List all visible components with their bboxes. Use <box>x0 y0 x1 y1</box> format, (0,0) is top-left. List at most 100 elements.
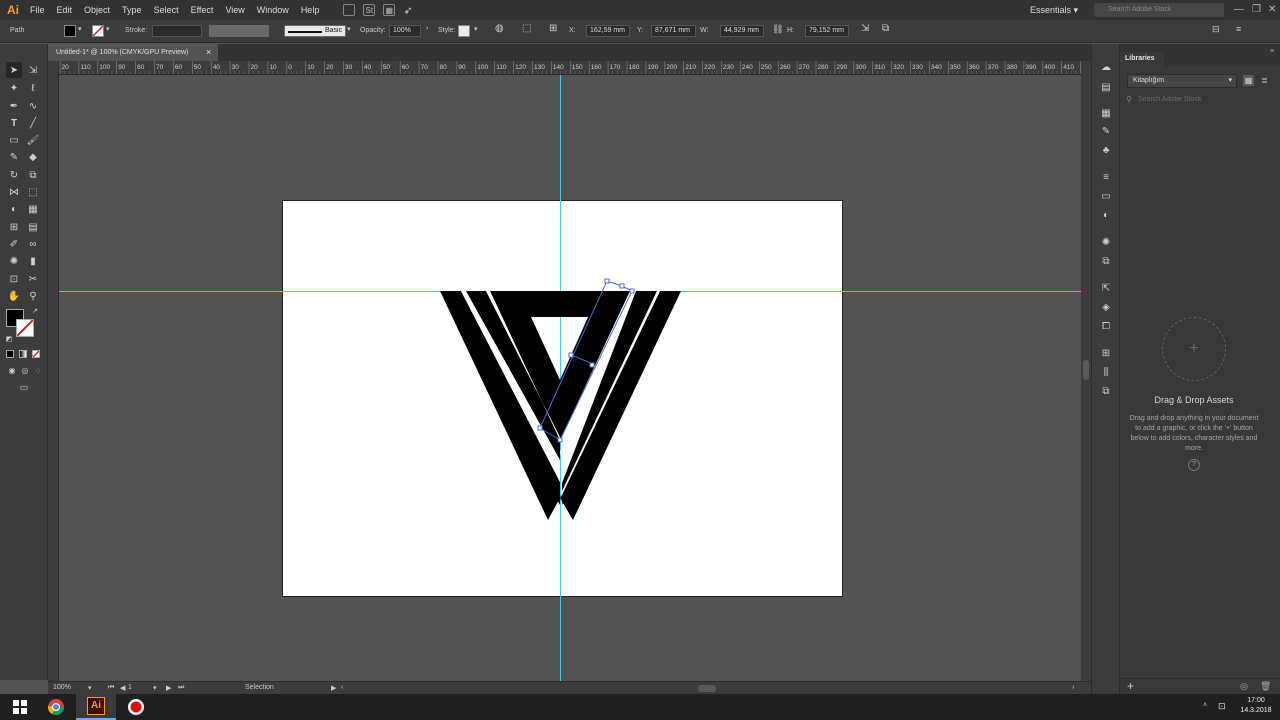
isolate-icon[interactable]: ⧉ <box>882 23 889 34</box>
graphic-style-swatch[interactable] <box>458 25 470 37</box>
add-asset-dropzone[interactable]: + <box>1162 317 1226 381</box>
menu-view[interactable]: View <box>219 0 250 20</box>
libraries-tab[interactable]: Libraries <box>1120 52 1164 66</box>
vertical-scroll-thumb[interactable] <box>1083 360 1089 380</box>
hscroll-right-icon[interactable]: › <box>1072 684 1074 691</box>
y-position-field[interactable]: 87,671 mm <box>651 25 696 37</box>
reference-point-icon[interactable]: ⊞ <box>549 23 557 34</box>
slice-tool-icon[interactable]: ✂ <box>25 271 41 287</box>
fill-dropdown-icon[interactable]: ▾ <box>78 25 82 33</box>
curvature-tool-icon[interactable]: ∿ <box>25 98 41 114</box>
illustrator-taskbar-button[interactable]: Ai <box>76 694 116 720</box>
menu-edit[interactable]: Edit <box>51 0 79 20</box>
default-colors-icon[interactable]: ◩ <box>4 334 14 344</box>
cc-libraries-icon[interactable]: ☁ <box>1099 60 1113 74</box>
magic-wand-tool-icon[interactable]: ✦ <box>6 80 22 96</box>
menu-object[interactable]: Object <box>78 0 116 20</box>
artboard[interactable] <box>282 200 843 597</box>
graphic-styles-icon[interactable]: ⧉ <box>1099 254 1113 268</box>
opacity-label[interactable]: Opacity: <box>360 25 386 37</box>
library-selector[interactable]: Kitaplığım ▾ <box>1127 74 1237 88</box>
appearance-icon[interactable]: ✺ <box>1099 235 1113 249</box>
gradient-panel-icon[interactable]: ▭ <box>1099 189 1113 203</box>
symbols-icon[interactable]: ♣ <box>1099 143 1113 157</box>
constrain-proportions-icon[interactable]: ⛓ <box>772 24 783 35</box>
close-window-icon[interactable]: ✕ <box>1268 0 1276 20</box>
x-position-field[interactable]: 162,59 mm <box>586 25 630 37</box>
line-tool-icon[interactable]: ╱ <box>25 115 41 131</box>
gpu-performance-icon[interactable]: ➶ <box>403 4 412 17</box>
properties-icon[interactable]: ▤ <box>1099 80 1113 94</box>
artboards-icon[interactable]: ⧠ <box>1099 319 1113 333</box>
artboard-tool-icon[interactable]: ⊡ <box>6 271 22 287</box>
stroke-swatch[interactable] <box>92 25 104 37</box>
none-mode-icon[interactable] <box>32 350 40 358</box>
layers-icon[interactable]: ◈ <box>1099 300 1113 314</box>
menu-help[interactable]: Help <box>295 0 326 20</box>
gradient-tool-icon[interactable]: ▤ <box>25 219 41 235</box>
zoom-level[interactable]: 100% <box>53 684 71 691</box>
fill-swatch[interactable] <box>64 25 76 37</box>
gradient-mode-icon[interactable] <box>19 350 27 358</box>
maximize-icon[interactable]: ❐ <box>1252 0 1261 20</box>
eraser-tool-icon[interactable]: ◆ <box>25 149 41 165</box>
lasso-tool-icon[interactable]: ℓ <box>25 80 41 96</box>
export-icon[interactable]: ⇱ <box>1099 281 1113 295</box>
tray-expand-icon[interactable]: ˄ <box>1203 702 1207 709</box>
delete-icon[interactable]: 🗑 <box>1260 681 1271 692</box>
pen-tool-icon[interactable]: ✒ <box>6 98 22 114</box>
column-graph-tool-icon[interactable]: ▮ <box>25 253 41 269</box>
bridge-icon[interactable] <box>343 4 356 16</box>
blend-tool-icon[interactable]: ∞ <box>25 236 41 252</box>
pathfinder-icon[interactable]: ⧉ <box>1099 384 1113 398</box>
height-field[interactable]: 79,152 mm <box>805 25 849 37</box>
next-artboard-icon[interactable]: ▶ <box>166 684 171 692</box>
menu-effect[interactable]: Effect <box>185 0 220 20</box>
shaper-tool-icon[interactable]: ✎ <box>6 149 22 165</box>
last-artboard-icon[interactable]: ⏭ <box>178 684 184 692</box>
list-view-icon[interactable]: ≣ <box>1259 75 1270 86</box>
network-icon[interactable]: ⊡ <box>1218 701 1226 712</box>
workspace-switcher[interactable]: Essentials ▾ <box>1030 0 1078 20</box>
library-search-input[interactable]: ⚲ Search Adobe Stock <box>1124 94 1274 106</box>
opacity-arrow-icon[interactable]: › <box>426 25 428 32</box>
stock-icon[interactable]: St <box>363 4 376 16</box>
style-dropdown-icon[interactable]: ▾ <box>474 25 478 33</box>
rotate-tool-icon[interactable]: ↻ <box>6 167 22 183</box>
panel-menu-icon[interactable]: ≡ <box>1270 48 1274 55</box>
artboard-dropdown-icon[interactable]: ▾ <box>153 684 157 692</box>
align-panel-icon[interactable]: ⫼ <box>1099 365 1113 379</box>
add-content-button[interactable]: + <box>1127 679 1134 693</box>
panel-options-icon[interactable]: ≡ <box>1236 24 1241 34</box>
menu-select[interactable]: Select <box>148 0 185 20</box>
draw-inside-icon[interactable]: ◌ <box>30 362 46 378</box>
status-arrow-icon[interactable]: ▶ <box>331 684 336 692</box>
menu-window[interactable]: Window <box>251 0 295 20</box>
paintbrush-tool-icon[interactable]: 🖌 <box>25 132 41 148</box>
selection-tool-icon[interactable]: ➤ <box>6 62 22 78</box>
minimize-icon[interactable]: — <box>1234 0 1244 20</box>
scale-tool-icon[interactable]: ⧉ <box>25 167 41 183</box>
previous-artboard-icon[interactable]: ◀ <box>120 684 125 692</box>
stock-search-input[interactable]: Search Adobe Stock <box>1094 3 1224 17</box>
swatches-icon[interactable]: ▦ <box>1099 106 1113 120</box>
perspective-grid-tool-icon[interactable]: ▦ <box>25 201 41 217</box>
close-tab-icon[interactable]: × <box>206 44 211 61</box>
transparency-icon[interactable]: ◐ <box>1099 208 1113 222</box>
brushes-icon[interactable]: ✎ <box>1099 124 1113 138</box>
windows-start-icon[interactable] <box>0 694 40 720</box>
help-icon[interactable]: ? <box>1188 459 1200 471</box>
brush-definition[interactable]: Basic <box>284 25 346 37</box>
recorder-icon[interactable] <box>116 694 156 720</box>
menu-file[interactable]: File <box>24 0 51 20</box>
hand-tool-icon[interactable]: ✋ <box>6 288 22 304</box>
stroke-weight-field[interactable] <box>152 25 202 37</box>
opacity-field[interactable]: 100% <box>389 25 421 37</box>
swap-fill-stroke-icon[interactable]: ↗ <box>30 306 40 316</box>
width-tool-icon[interactable]: ⋈ <box>6 184 22 200</box>
rectangle-tool-icon[interactable]: ▭ <box>6 132 22 148</box>
color-mode-icon[interactable] <box>6 350 14 358</box>
recolor-artwork-icon[interactable]: ◍ <box>495 23 504 34</box>
transform-panel-icon[interactable]: ⊞ <box>1099 346 1113 360</box>
eyedropper-tool-icon[interactable]: ✐ <box>6 236 22 252</box>
